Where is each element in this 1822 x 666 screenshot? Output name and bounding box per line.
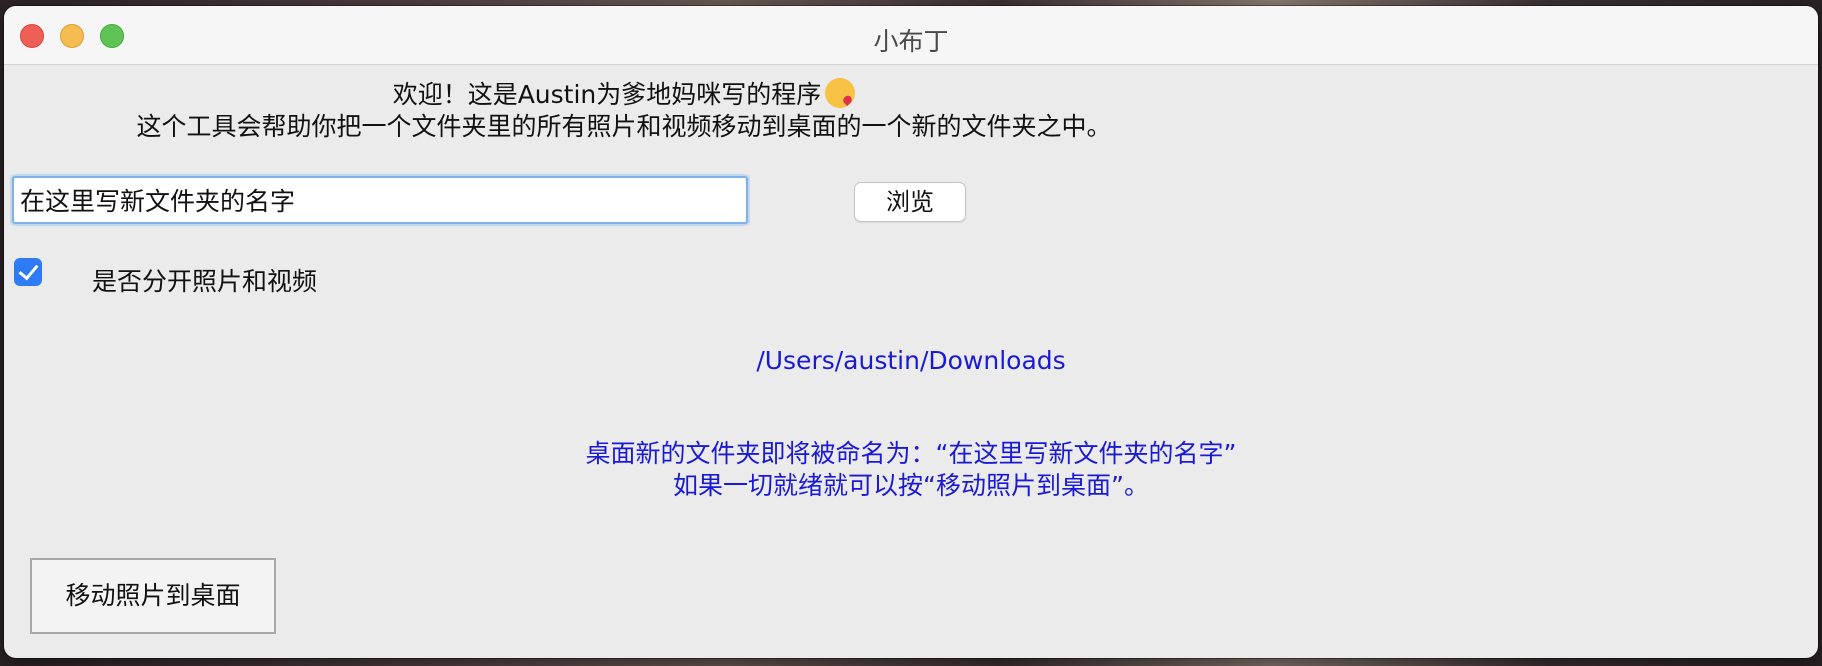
status-line-2: 如果一切就绪就可以按“移动照片到桌面”。 bbox=[673, 471, 1149, 500]
status-line-1: 桌面新的文件夹即将被命名为：“在这里写新文件夹的名字” bbox=[585, 439, 1237, 468]
browse-button[interactable]: 浏览 bbox=[854, 182, 966, 222]
move-photos-button[interactable]: 移动照片到桌面 bbox=[30, 558, 276, 634]
checkmark-icon bbox=[18, 259, 39, 281]
intro-line-2: 这个工具会帮助你把一个文件夹里的所有照片和视频移动到桌面的一个新的文件夹之中。 bbox=[136, 112, 1112, 141]
kissing-face-icon bbox=[825, 78, 856, 108]
title-bar[interactable]: 小布丁 bbox=[4, 6, 1818, 65]
intro-text: 欢迎！这是Austin为爹地妈咪写的程序 这个工具会帮助你把一个文件夹里的所有照… bbox=[4, 78, 1244, 143]
intro-line-1: 欢迎！这是Austin为爹地妈咪写的程序 bbox=[4, 78, 1244, 111]
selected-path: /Users/austin/Downloads bbox=[756, 346, 1066, 375]
status-message: 桌面新的文件夹即将被命名为：“在这里写新文件夹的名字” 如果一切就绪就可以按“移… bbox=[4, 438, 1818, 502]
separate-media-checkbox[interactable] bbox=[14, 258, 42, 286]
intro-line-1-text: 欢迎！这是Austin为爹地妈咪写的程序 bbox=[392, 80, 822, 109]
separate-media-label: 是否分开照片和视频 bbox=[92, 267, 318, 296]
folder-name-input[interactable] bbox=[12, 176, 748, 224]
window-title: 小布丁 bbox=[873, 27, 949, 56]
app-window: 小布丁 欢迎！这是Austin为爹地妈咪写的程序 这个工具会帮助你把一个文件夹里… bbox=[4, 6, 1818, 658]
